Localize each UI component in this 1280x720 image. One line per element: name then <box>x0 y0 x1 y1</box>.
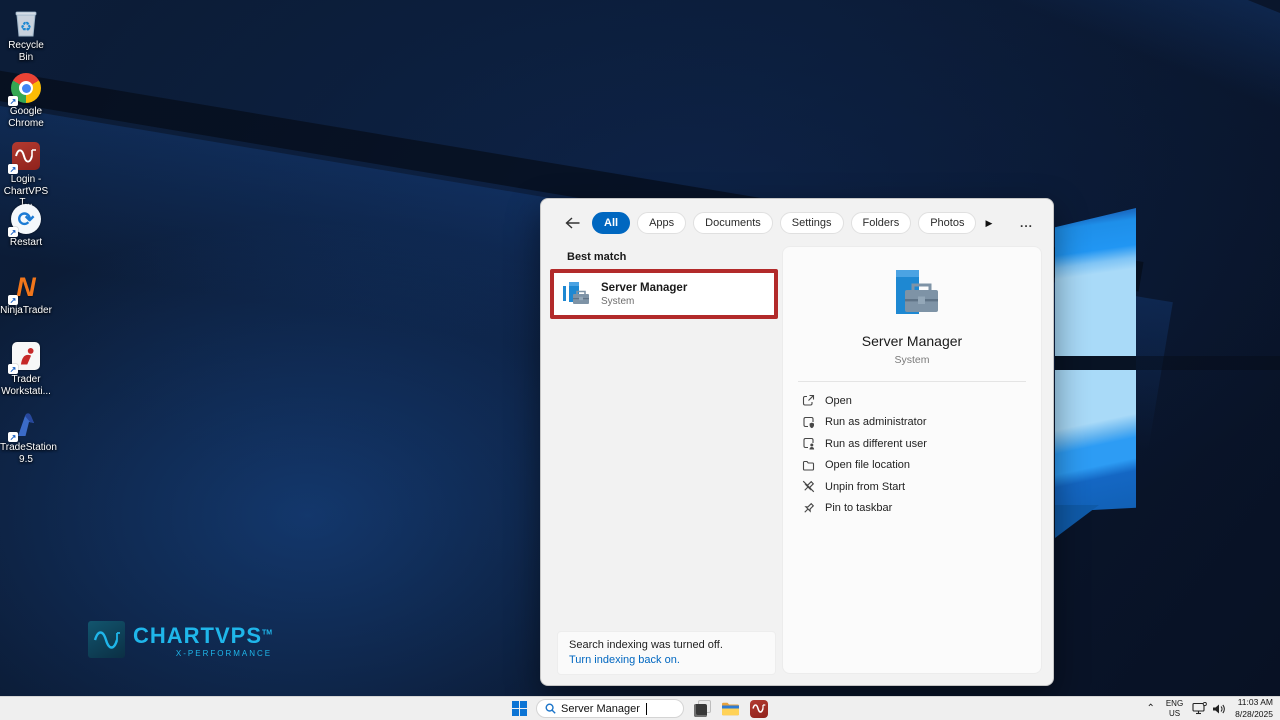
chartvps-sine-icon <box>88 621 125 658</box>
chartvps-brand-logo: CHARTVPSTM X-PERFORMANCE <box>88 621 272 658</box>
action-label: Run as administrator <box>825 416 927 429</box>
action-unpin-from-start[interactable]: Unpin from Start <box>783 476 1041 498</box>
indexing-notice-text: Search indexing was turned off. <box>569 639 723 651</box>
action-open[interactable]: Open <box>783 390 1041 412</box>
action-label: Pin to taskbar <box>825 502 893 515</box>
shortcut-arrow-icon: ↗ <box>8 164 18 174</box>
best-match-result-server-manager[interactable]: Server Manager System <box>550 269 778 319</box>
best-match-heading: Best match <box>567 251 627 263</box>
tray-date: 8/28/2025 <box>1235 708 1273 719</box>
desktop-icon-restart[interactable]: ⟳ ↗ Restart <box>2 203 50 249</box>
server-manager-icon-large <box>896 270 938 314</box>
desktop-icon-recycle-bin[interactable]: ♻ Recycle Bin <box>2 6 50 63</box>
taskbar-file-explorer[interactable] <box>721 699 740 718</box>
wallpaper-window-crossbar <box>1055 356 1280 370</box>
desktop-icon-tradestation[interactable]: ↗ TradeStation 9.5 <box>0 408 57 465</box>
trader-workstation-icon: ↗ <box>8 340 42 374</box>
desktop-icon-label: Restart <box>9 237 43 248</box>
system-tray-icons[interactable] <box>1192 702 1226 715</box>
ninjatrader-icon: N ↗ <box>8 271 36 305</box>
desktop-icon-label: NinjaTrader <box>0 305 52 316</box>
shortcut-arrow-icon: ↗ <box>8 432 18 442</box>
overflow-menu-button[interactable]: ... <box>1014 216 1039 230</box>
taskbar-app-window-stack[interactable] <box>693 699 712 718</box>
recycle-bin-icon: ♻ <box>10 6 42 38</box>
action-label: Open file location <box>825 459 910 472</box>
action-label: Run as different user <box>825 437 927 450</box>
restart-icon: ⟳ ↗ <box>8 203 42 237</box>
indexing-notice-link[interactable]: Turn indexing back on. <box>569 654 764 666</box>
brand-tm: TM <box>262 629 273 637</box>
back-button[interactable] <box>563 214 581 232</box>
search-tabbar: All Apps Documents Settings Folders Phot… <box>541 199 1053 234</box>
clock[interactable]: 11:03 AM 8/28/2025 <box>1235 697 1276 719</box>
file-explorer-icon <box>722 702 739 715</box>
tab-photos[interactable]: Photos <box>918 212 977 234</box>
pin-icon <box>804 502 815 513</box>
action-run-as-different-user[interactable]: Run as different user <box>783 433 1041 455</box>
taskbar: Server Manager ⌃ ENG US 11:03 AM 8/28/20… <box>0 696 1280 720</box>
tray-overflow-chevron[interactable]: ⌃ <box>1144 703 1156 714</box>
chartvps-app-icon <box>749 699 768 718</box>
wallpaper-corner-beam <box>882 0 1280 145</box>
tab-all[interactable]: All <box>592 212 631 234</box>
best-match-title: Server Manager <box>601 281 688 294</box>
run-as-admin-icon <box>803 416 814 428</box>
volume-icon <box>1213 704 1225 713</box>
desktop-icon-login-chartvps[interactable]: ↗ Login - ChartVPS T... <box>2 140 50 209</box>
tab-folders[interactable]: Folders <box>850 212 912 234</box>
indexing-notice: Search indexing was turned off. Turn ind… <box>557 631 776 675</box>
tray-time: 11:03 AM <box>1237 697 1273 708</box>
action-label: Open <box>825 394 852 407</box>
language-indicator[interactable]: ENG US <box>1166 699 1183 719</box>
desktop-icon-label: Google Chrome <box>8 106 44 129</box>
action-open-file-location[interactable]: Open file location <box>783 455 1041 477</box>
network-icon <box>1192 702 1208 715</box>
chartvps-app-icon: ↗ <box>8 140 42 174</box>
server-manager-icon-small <box>563 282 589 304</box>
search-flyout: All Apps Documents Settings Folders Phot… <box>540 198 1054 686</box>
tab-settings[interactable]: Settings <box>779 212 844 234</box>
taskbar-search-value: Server Manager <box>561 702 640 715</box>
desktop-icon-label: Recycle Bin <box>8 40 44 63</box>
open-external-icon <box>802 395 815 406</box>
action-run-as-administrator[interactable]: Run as administrator <box>783 412 1041 434</box>
action-pin-to-taskbar[interactable]: Pin to taskbar <box>783 498 1041 520</box>
desktop-icon-ninjatrader[interactable]: N ↗ NinjaTrader <box>0 271 52 317</box>
tab-documents[interactable]: Documents <box>693 212 773 234</box>
folder-icon <box>802 460 815 471</box>
shortcut-arrow-icon: ↗ <box>8 364 18 374</box>
more-tabs-button[interactable]: ▶ <box>985 218 992 229</box>
preview-subtitle: System <box>894 354 930 366</box>
shortcut-arrow-icon: ↗ <box>8 295 18 305</box>
shortcut-arrow-icon: ↗ <box>8 227 18 237</box>
preview-divider <box>798 381 1026 382</box>
tradestation-icon: ↗ <box>8 408 42 442</box>
search-icon <box>545 703 556 714</box>
run-as-user-icon <box>803 438 815 450</box>
result-preview-panel: Server Manager System Open Run as admini… <box>782 246 1042 674</box>
taskbar-chartvps-app[interactable] <box>749 699 768 718</box>
wallpaper-window-lower-pane <box>1055 370 1136 512</box>
preview-title: Server Manager <box>861 333 963 349</box>
start-button[interactable] <box>512 701 527 716</box>
unpin-icon <box>802 481 815 493</box>
desktop-icon-google-chrome[interactable]: ↗ Google Chrome <box>2 72 50 129</box>
best-match-subtitle: System <box>601 295 635 307</box>
chrome-icon: ↗ <box>8 72 42 106</box>
desktop-icon-label: TradeStation 9.5 <box>0 442 57 465</box>
text-caret <box>645 702 647 715</box>
desktop-icon-trader-workstation[interactable]: ↗ Trader Workstati... <box>1 340 51 397</box>
brand-name: CHARTVPSTM <box>133 623 273 648</box>
taskbar-search-box[interactable]: Server Manager <box>536 699 684 718</box>
shortcut-arrow-icon: ↗ <box>8 96 18 106</box>
brand-tagline: X-PERFORMANCE <box>175 649 273 658</box>
svg-text:♻: ♻ <box>20 19 32 34</box>
desktop-icon-label: Trader Workstati... <box>1 374 51 397</box>
wallpaper-window-upper-pane <box>1055 208 1136 356</box>
action-label: Unpin from Start <box>825 480 906 493</box>
tab-apps[interactable]: Apps <box>637 212 687 234</box>
